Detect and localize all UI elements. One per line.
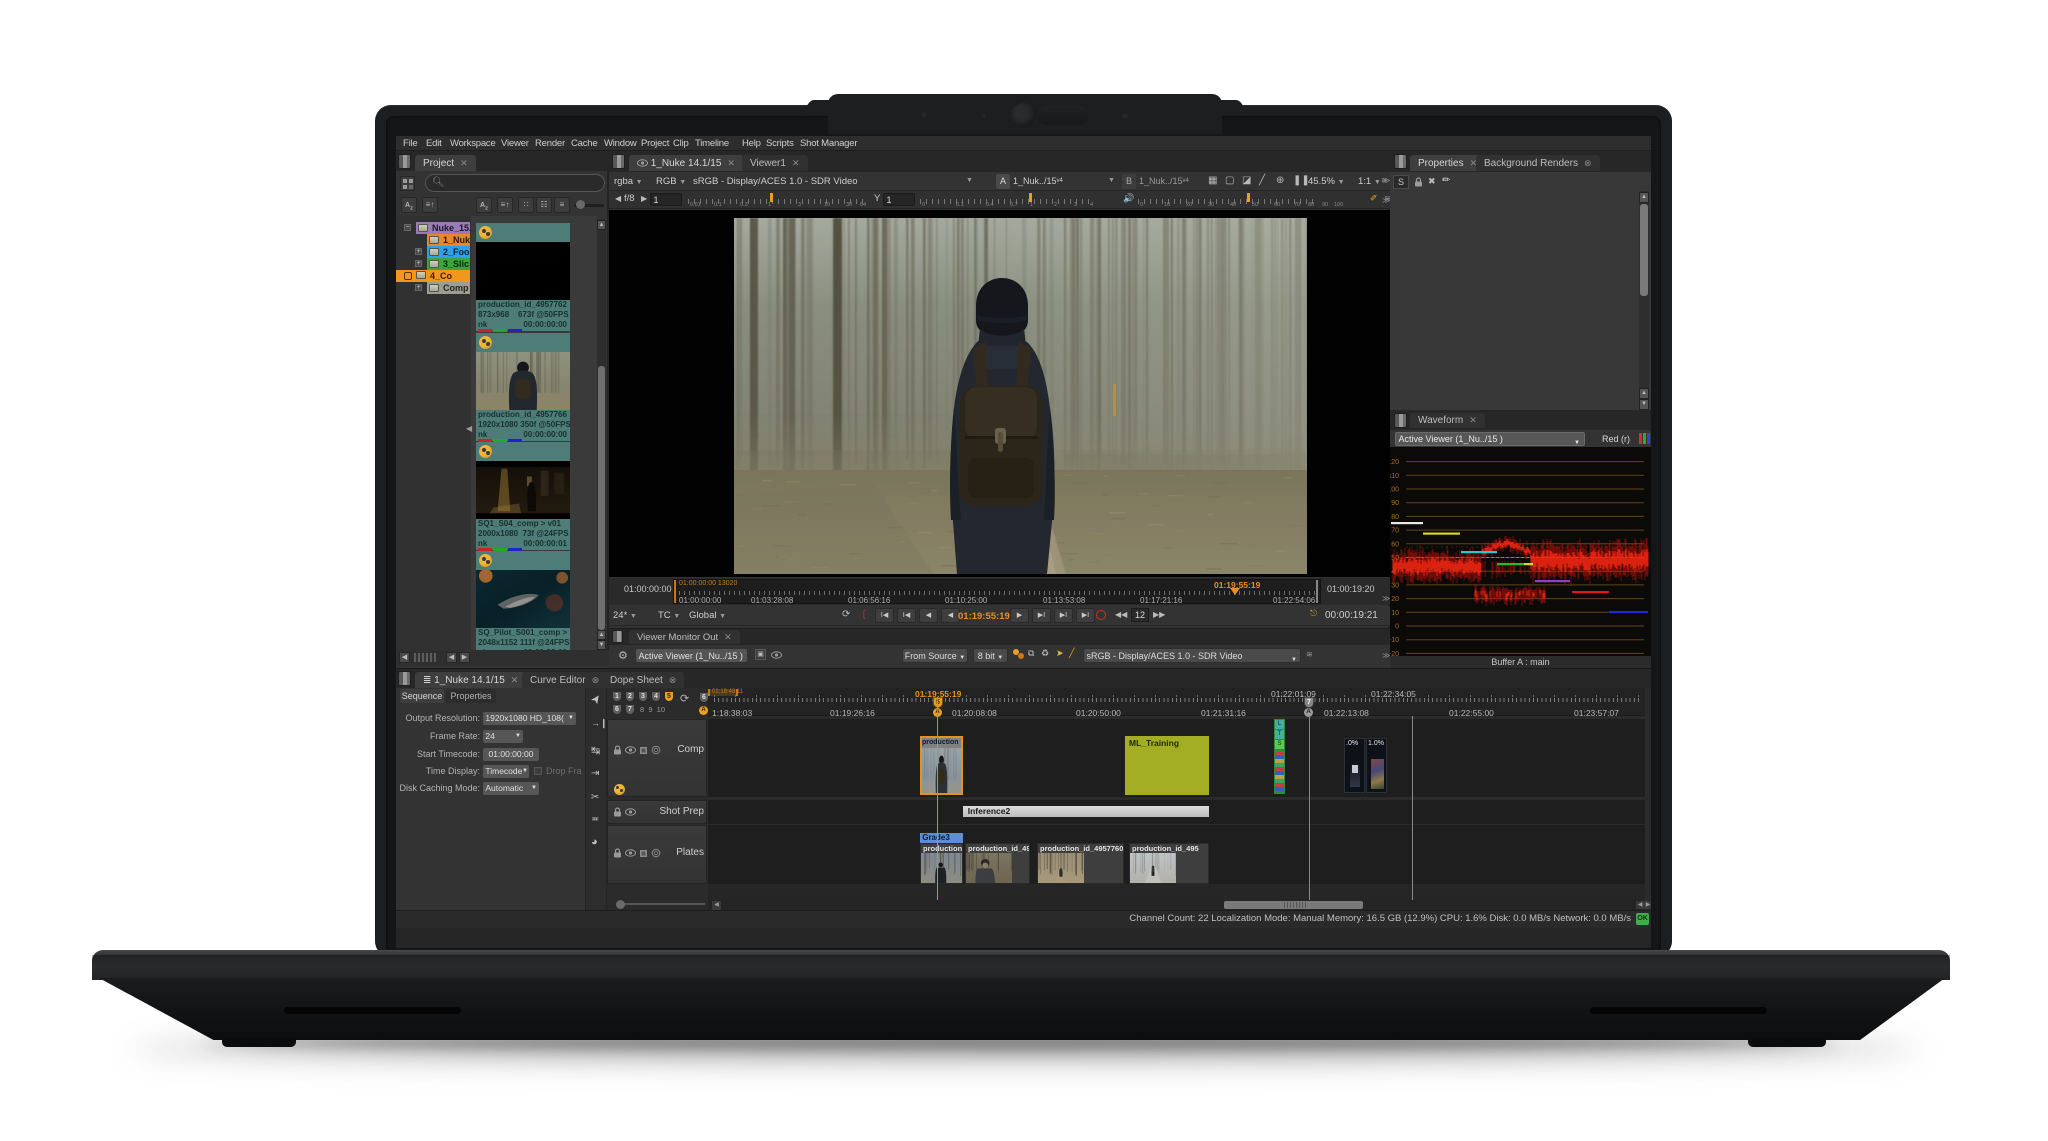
svg-text:30: 30 — [1391, 582, 1399, 589]
svg-text:110: 110 — [1390, 473, 1399, 480]
svg-text:-10: -10 — [1390, 637, 1399, 644]
svg-text:10: 10 — [1391, 610, 1399, 617]
svg-text:90: 90 — [1391, 500, 1399, 507]
svg-text:60: 60 — [1391, 541, 1399, 548]
svg-text:120: 120 — [1390, 459, 1399, 466]
svg-text:70: 70 — [1391, 528, 1399, 535]
svg-text:100: 100 — [1390, 487, 1399, 494]
svg-text:20: 20 — [1391, 596, 1399, 603]
svg-text:80: 80 — [1391, 514, 1399, 521]
svg-text:0: 0 — [1395, 624, 1399, 631]
